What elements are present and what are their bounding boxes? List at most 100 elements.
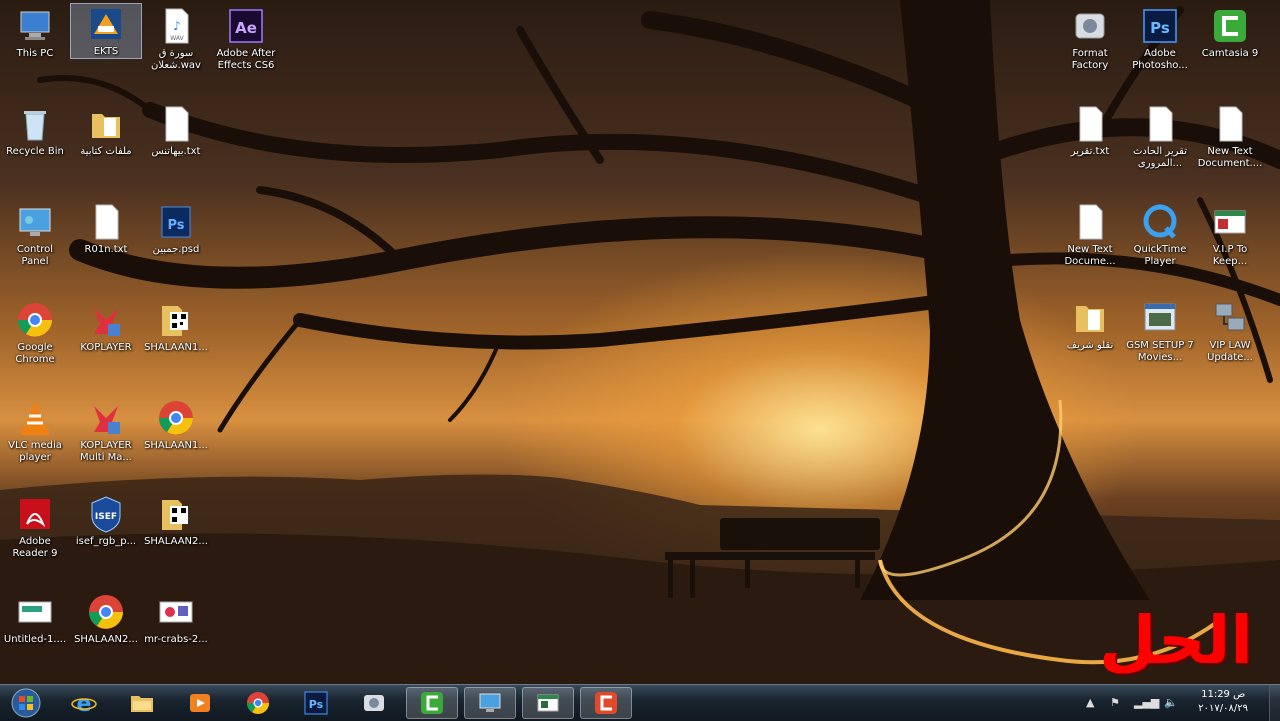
desktop-icon-photoshop[interactable]: Ps Adobe Photosho... bbox=[1125, 6, 1195, 72]
desktop-icon-after-effects[interactable]: Ae Adobe After Effects CS6 bbox=[211, 6, 281, 72]
qr-folder-icon bbox=[162, 306, 188, 336]
app-window-icon bbox=[1144, 303, 1176, 331]
desktop-icon-vip-law[interactable]: VIP LAW Update... bbox=[1195, 298, 1265, 364]
clock[interactable]: 11:29 ص ٢٠١٧/٠٨/٢٩ bbox=[1198, 688, 1248, 716]
desktop-icon-quicktime[interactable]: QuickTime Player bbox=[1125, 202, 1195, 268]
volume-icon[interactable]: 🔈 bbox=[1164, 696, 1178, 709]
show-desktop-button[interactable] bbox=[1269, 685, 1280, 721]
desktop-icon-label: Adobe After Effects CS6 bbox=[216, 48, 276, 71]
system-tray: ▲ ⚑ ▂▄▆ 🔈 11:29 ص ٢٠١٧/٠٨/٢٩ bbox=[1080, 685, 1280, 721]
photoshop-icon: Ps bbox=[304, 691, 328, 715]
camtasia-recorder-icon bbox=[421, 692, 443, 714]
vlc-icon bbox=[21, 402, 49, 435]
desktop-icon-label: VIP LAW Update... bbox=[1207, 340, 1253, 363]
desktop-icon-label: GSM SETUP 7 Movies... bbox=[1126, 340, 1194, 363]
taskbar-camtasia-recorder[interactable] bbox=[406, 687, 458, 719]
desktop-icon-chrome-shortcut[interactable]: SHALAAN1... bbox=[141, 398, 211, 452]
desktop-icon-label: SHALAAN1... bbox=[144, 440, 208, 451]
folder-icon bbox=[1076, 306, 1104, 332]
desktop-icon-koplayer-multi[interactable]: KOPLAYER Multi Ma... bbox=[71, 398, 141, 464]
desktop-icon-ekts[interactable]: EKTS bbox=[70, 3, 142, 59]
desktop-icon-psd-file[interactable]: Ps جمبين.psd bbox=[141, 202, 211, 256]
desktop-icon-folder[interactable]: ملفات كتابية bbox=[71, 104, 141, 158]
taskbar-app-window[interactable] bbox=[522, 687, 574, 719]
quicktime-icon bbox=[1143, 204, 1177, 239]
desktop-icon-recycle-bin[interactable]: Recycle Bin bbox=[0, 104, 70, 158]
chrome-icon bbox=[159, 401, 193, 435]
network-icon bbox=[1215, 303, 1245, 331]
desktop-icon-text-file[interactable]: بيهاتنس.txt bbox=[141, 104, 211, 158]
desktop-icon-text-file-r2[interactable]: تقرير الحادث المرورى... bbox=[1125, 104, 1195, 170]
desktop-icon-label: KOPLAYER Multi Ma... bbox=[80, 440, 132, 463]
adobe-reader-icon bbox=[20, 499, 50, 529]
desktop-icon-mr-crabs[interactable]: mr-crabs-2... bbox=[141, 592, 211, 646]
desktop-icon-chrome[interactable]: Google Chrome bbox=[0, 300, 70, 366]
show-hidden-icons-icon[interactable]: ▲ bbox=[1086, 696, 1094, 709]
desktop-icon-label: R01n.txt bbox=[84, 244, 128, 255]
text-file-icon bbox=[1149, 106, 1173, 142]
desktop-icon-this-pc[interactable]: This PC bbox=[0, 6, 70, 60]
svg-text:Ps: Ps bbox=[1150, 19, 1170, 37]
desktop-icon-text-file[interactable]: R01n.txt bbox=[71, 202, 141, 256]
desktop[interactable]: This PC EKTS ♪ WAV سورة ق شعلان.wav Ae Ad… bbox=[0, 0, 1280, 684]
taskbar-format-factory[interactable] bbox=[348, 687, 400, 719]
svg-text:ISEF: ISEF bbox=[95, 512, 117, 522]
network-signal-icon[interactable]: ▂▄▆ bbox=[1134, 696, 1159, 709]
taskbar-photoshop[interactable]: Ps bbox=[290, 687, 342, 719]
desktop-icon-label: تقرير الحادث المرورى... bbox=[1132, 146, 1188, 169]
recycle-bin-icon bbox=[24, 111, 46, 141]
desktop-icon-label: KOPLAYER bbox=[80, 342, 132, 353]
taskbar-camtasia-editor[interactable] bbox=[580, 687, 632, 719]
psd-file-icon: Ps bbox=[161, 206, 191, 238]
desktop-icon-adobe-reader[interactable]: Adobe Reader 9 bbox=[0, 494, 70, 560]
taskbar-media-player[interactable] bbox=[174, 687, 226, 719]
chrome-icon bbox=[18, 303, 52, 337]
desktop-icon-qr-folder[interactable]: SHALAAN1... bbox=[141, 300, 211, 354]
chrome-icon bbox=[89, 595, 123, 629]
desktop-icon-vlc[interactable]: VLC media player bbox=[0, 398, 70, 464]
taskbar-internet-explorer[interactable]: e bbox=[58, 687, 110, 719]
desktop-icon-label: EKTS bbox=[93, 46, 119, 57]
desktop-icon-text-file-r1[interactable]: تقرير.txt bbox=[1055, 104, 1125, 158]
camtasia-icon bbox=[1214, 10, 1246, 42]
desktop-icon-wav-file[interactable]: ♪ WAV سورة ق شعلان.wav bbox=[141, 6, 211, 72]
desktop-icon-qr-folder-2[interactable]: SHALAAN2... bbox=[141, 494, 211, 548]
desktop-icon-label: Untitled-1.... bbox=[3, 634, 67, 645]
text-file-icon bbox=[1219, 106, 1243, 142]
image-file-icon bbox=[18, 601, 52, 623]
desktop-icon-new-text-doc-1[interactable]: New Text Document.... bbox=[1195, 104, 1265, 170]
desktop-icon-label: mr-crabs-2... bbox=[144, 634, 208, 645]
format-factory-icon bbox=[1075, 13, 1105, 39]
desktop-icon-label: تقرير.txt bbox=[1070, 146, 1110, 157]
taskbar-file-explorer[interactable] bbox=[116, 687, 168, 719]
desktop-icon-camtasia[interactable]: Camtasia 9 bbox=[1195, 6, 1265, 60]
desktop-icon-chrome-shortcut-2[interactable]: SHALAAN2... bbox=[71, 592, 141, 646]
desktop-icon-label: جمبين.psd bbox=[152, 244, 200, 255]
svg-text:WAV: WAV bbox=[170, 35, 184, 42]
start-button[interactable] bbox=[4, 687, 48, 719]
desktop-icon-label: Control Panel bbox=[16, 244, 54, 267]
svg-text:Ae: Ae bbox=[235, 19, 257, 37]
image-file-icon bbox=[159, 601, 193, 623]
taskbar-chrome[interactable] bbox=[232, 687, 284, 719]
desktop-icon-untitled[interactable]: Untitled-1.... bbox=[0, 592, 70, 646]
taskbar-remote-desktop[interactable] bbox=[464, 687, 516, 719]
desktop-icon-new-text-doc-2[interactable]: New Text Docume... bbox=[1055, 202, 1125, 268]
desktop-icon-label: سورة ق شعلان.wav bbox=[151, 48, 201, 71]
clock-date: ٢٠١٧/٠٨/٢٩ bbox=[1198, 703, 1248, 714]
desktop-icon-label: Format Factory bbox=[1071, 48, 1109, 71]
desktop-icon-label: QuickTime Player bbox=[1133, 244, 1187, 267]
desktop-icon-folder-r[interactable]: نقلو شريف bbox=[1055, 298, 1125, 352]
text-file-icon bbox=[165, 106, 189, 142]
desktop-icon-label: نقلو شريف bbox=[1066, 340, 1114, 351]
svg-text:Ps: Ps bbox=[309, 698, 324, 711]
desktop-icon-vip-keep[interactable]: V.I.P To Keep... bbox=[1195, 202, 1265, 268]
desktop-icon-isef[interactable]: ISEF isef_rgb_p... bbox=[71, 494, 141, 548]
desktop-icon-format-factory[interactable]: Format Factory bbox=[1055, 6, 1125, 72]
desktop-icon-koplayer[interactable]: KOPLAYER bbox=[71, 300, 141, 354]
desktop-icon-control-panel[interactable]: Control Panel bbox=[0, 202, 70, 268]
desktop-icon-label: SHALAAN1... bbox=[144, 342, 208, 353]
desktop-icon-gsm-setup[interactable]: GSM SETUP 7 Movies... bbox=[1125, 298, 1195, 364]
flag-icon[interactable]: ⚑ bbox=[1110, 696, 1120, 709]
desktop-icon-label: New Text Document.... bbox=[1197, 146, 1263, 169]
